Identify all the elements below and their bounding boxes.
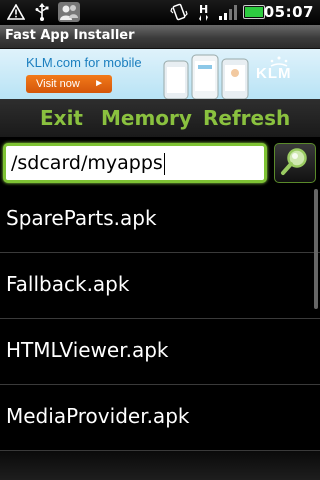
arrow-right-icon: ► (94, 78, 104, 89)
app-title-bar: Fast App Installer (0, 25, 320, 49)
refresh-button[interactable]: Refresh (203, 106, 290, 130)
list-item[interactable]: MediaProvider.apk (0, 385, 320, 451)
list-item[interactable]: SpareParts.apk (0, 187, 320, 253)
status-clock: 05:07 (263, 3, 314, 21)
file-name: SpareParts.apk (6, 206, 157, 230)
ad-text: KLM.com for mobile (26, 55, 142, 70)
ad-banner[interactable]: KLM.com for mobile Visit now ► KLM (0, 49, 320, 99)
list-item[interactable]: HTMLViewer.apk (0, 319, 320, 385)
scrollbar[interactable] (314, 189, 318, 309)
file-list: SpareParts.apk Fallback.apk HTMLViewer.a… (0, 187, 320, 480)
phones-image (162, 51, 252, 99)
path-bar: /sdcard/myapps (0, 137, 320, 187)
memory-button[interactable]: Memory (101, 106, 192, 130)
list-item-partial[interactable] (0, 451, 320, 480)
file-name: MediaProvider.apk (6, 404, 190, 428)
app-title: Fast App Installer (5, 28, 135, 43)
exit-button[interactable]: Exit (40, 106, 83, 130)
ad-visit-button[interactable]: Visit now ► (26, 75, 112, 93)
alert-icon (6, 2, 26, 22)
search-button[interactable] (274, 143, 316, 183)
ad-visit-label: Visit now (36, 78, 80, 90)
svg-text:H: H (199, 3, 208, 16)
status-bar: H 05:07 (0, 0, 320, 25)
text-caret (163, 152, 165, 175)
usb-icon (34, 2, 50, 22)
vibrate-icon (170, 2, 188, 22)
file-name: HTMLViewer.apk (6, 338, 169, 362)
menu-bar: Exit Memory Refresh (0, 99, 320, 137)
search-icon (280, 146, 310, 180)
contacts-icon (58, 2, 80, 22)
path-value: /sdcard/myapps (11, 152, 163, 174)
list-item[interactable]: Fallback.apk (0, 253, 320, 319)
network-type-icon: H (198, 2, 210, 22)
file-name: Fallback.apk (6, 272, 130, 296)
signal-icon (218, 2, 238, 22)
ad-brand-logo: KLM (256, 65, 292, 82)
path-input[interactable]: /sdcard/myapps (3, 143, 267, 183)
